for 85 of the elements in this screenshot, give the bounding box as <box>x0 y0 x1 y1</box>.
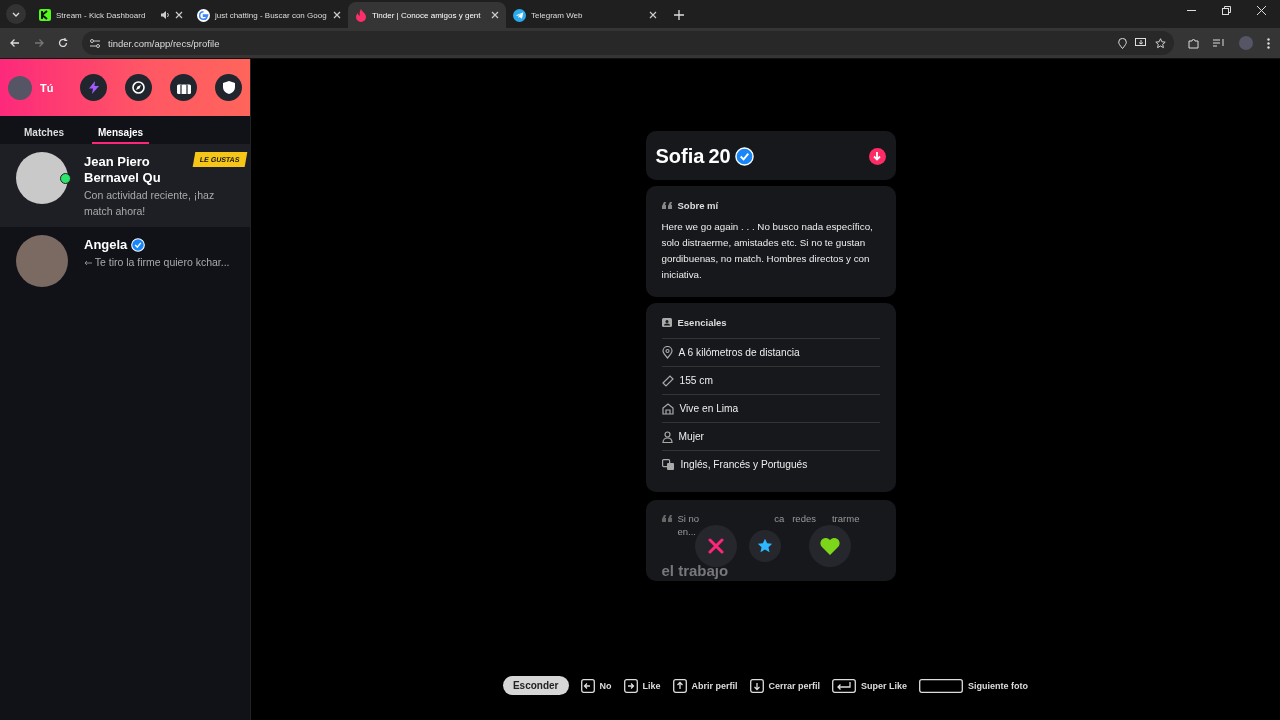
arrow-down-icon <box>873 152 881 161</box>
paper-plane-icon <box>513 8 526 22</box>
address-bar[interactable]: tinder.com/app/recs/profile <box>82 31 1174 55</box>
sidebar-tab[interactable]: Matches <box>18 126 70 144</box>
tab-search-button[interactable] <box>6 4 26 24</box>
message-preview: Con actividad reciente, ¡haz match ahora! <box>84 189 215 217</box>
shortcut-label: Abrir perfil <box>691 680 738 691</box>
collapse-profile-button[interactable] <box>868 148 886 165</box>
back-icon[interactable] <box>10 38 20 48</box>
profile-name: Sofia <box>655 145 705 168</box>
shortcut-label: Super Like <box>861 680 908 691</box>
media-queue-icon[interactable] <box>1213 38 1225 48</box>
reload-icon[interactable] <box>58 38 68 48</box>
conversation-item[interactable]: Angela Te tiro la firme quiero kchar... <box>0 227 250 295</box>
essential-detail: A 6 kilómetros de distancia <box>678 347 800 358</box>
prompt-text: redes <box>792 512 816 525</box>
close-icon <box>708 538 724 554</box>
message-preview: Te tiro la firme quiero kchar... <box>94 256 230 268</box>
lightning-icon <box>88 81 99 94</box>
essential-detail: 155 cm <box>679 375 713 386</box>
match-name: Jean Piero Bernavel Qu <box>84 154 162 186</box>
essential-detail: Mujer <box>678 431 704 442</box>
briefcase-icon <box>176 81 191 94</box>
location-pin-icon <box>661 346 673 359</box>
photo-placeholder <box>16 235 68 287</box>
essential-detail: Inglés, Francés y Portugués <box>680 459 808 470</box>
close-icon[interactable] <box>649 11 657 19</box>
section-title: Esenciales <box>677 317 727 328</box>
arrow-key-icon <box>672 678 687 693</box>
section-title: Sobre mí <box>677 200 719 211</box>
prompt-text: trarme <box>831 512 860 525</box>
about-text: Here we go again . . . No busco nada específico, solo distraerme, amistades etc. Si no te gustan gordibuenas, no match. Hombres directos y con iniciativa. <box>661 220 874 282</box>
house-icon <box>661 402 674 415</box>
location-pin-icon[interactable] <box>1118 37 1127 49</box>
space-key-icon <box>919 678 964 693</box>
browser-tab[interactable]: Tinder | Conoce amigos y gent <box>348 2 506 28</box>
work-button[interactable] <box>170 74 197 101</box>
browser-tab[interactable]: Stream - Kick Dashboard <box>32 2 190 28</box>
match-name: Angela <box>84 237 128 253</box>
browser-tab[interactable]: Telegram Web <box>506 2 664 28</box>
site-settings-icon <box>90 38 100 48</box>
prompt-text: en... <box>677 525 696 538</box>
arrow-key-icon <box>623 678 638 693</box>
close-icon[interactable] <box>175 11 183 19</box>
k-logo-icon <box>39 9 51 21</box>
heart-icon <box>820 537 840 555</box>
person-icon <box>661 430 673 443</box>
forward-icon[interactable] <box>34 38 44 48</box>
restore-icon[interactable] <box>1222 5 1231 15</box>
ruler-icon <box>661 374 674 387</box>
close-icon[interactable] <box>1257 5 1266 15</box>
hide-button[interactable]: Esconder <box>502 676 569 695</box>
browser-tab[interactable]: just chatting - Buscar con Goog <box>190 2 348 28</box>
compass-icon <box>132 81 145 94</box>
profile-age: 20 <box>708 145 731 168</box>
shield-icon <box>222 81 235 94</box>
essential-detail: Vive en Lima <box>679 403 739 414</box>
arrow-key-icon <box>580 678 595 693</box>
enter-key-icon <box>832 678 857 693</box>
quote-icon <box>661 202 672 209</box>
star-icon[interactable] <box>1155 37 1166 49</box>
arrow-key-icon <box>749 678 764 693</box>
install-app-icon[interactable] <box>1135 38 1147 48</box>
shortcut-label: Siguiente foto <box>968 680 1029 691</box>
prompt-answer: el trabajo <box>661 562 729 579</box>
chevron-down-icon <box>12 11 20 17</box>
menu-icon[interactable] <box>1267 37 1270 49</box>
g-logo-icon <box>197 8 210 22</box>
close-icon[interactable] <box>491 11 499 19</box>
id-card-icon <box>661 317 672 328</box>
translate-icon <box>661 458 675 471</box>
close-icon[interactable] <box>333 11 341 19</box>
shortcut-label: No <box>599 680 612 691</box>
star-icon <box>757 538 773 554</box>
flame-icon <box>355 8 367 22</box>
shortcut-label: Cerrar perfil <box>768 680 821 691</box>
boost-button[interactable] <box>80 74 107 101</box>
new-tab-icon[interactable] <box>674 10 684 20</box>
puzzle-piece-icon[interactable] <box>1188 37 1199 49</box>
shortcut-label: Like <box>642 680 661 691</box>
safety-button[interactable] <box>215 74 242 101</box>
explore-button[interactable] <box>125 74 152 101</box>
quote-icon <box>661 515 672 522</box>
prompt-text: Si no <box>677 512 700 525</box>
prompt-text: ca <box>774 512 785 525</box>
